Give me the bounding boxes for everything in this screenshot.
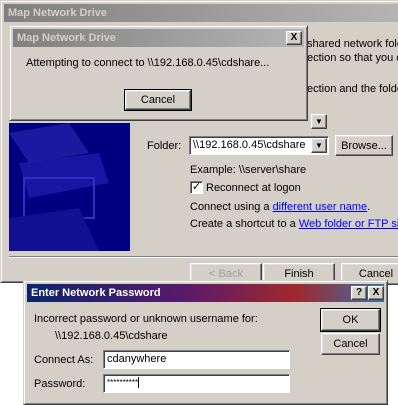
connecting-cancel-label: Cancel [140, 94, 176, 106]
folder-label: Folder: [147, 140, 182, 152]
password-path: \\192.168.0.45\cdshare [55, 330, 168, 342]
example-text: Example: \\server\share [190, 164, 307, 176]
browse-label: Browse... [341, 140, 387, 152]
connecting-message: Attempting to connect to \\192.168.0.45\… [26, 57, 270, 69]
connect-using-text: Connect using a different user name. [190, 201, 370, 213]
connecting-close-icon[interactable]: X [286, 31, 302, 45]
folder-value: \\192.168.0.45\cdshare [193, 139, 306, 151]
password-title: Enter Network Password [31, 287, 161, 299]
reconnect-checkbox[interactable]: ✓ [190, 181, 203, 194]
connecting-title: Map Network Drive [17, 32, 117, 44]
wizard-banner-image [9, 123, 130, 251]
connect-prefix: Connect using a [190, 201, 273, 213]
shortcut-text: Create a shortcut to a Web folder or FTP… [190, 218, 398, 230]
back-label: < Back [209, 268, 243, 280]
password-title-bar[interactable]: Enter Network Password [27, 284, 384, 302]
main-title-bar[interactable]: Map Network Drive [4, 4, 398, 22]
password-cancel-button[interactable]: Cancel [321, 333, 380, 355]
text-cursor [138, 377, 140, 389]
password-message: Incorrect password or unknown username f… [34, 313, 258, 325]
connect-as-label: Connect As: [34, 354, 94, 366]
network-illustration-icon [9, 123, 109, 251]
connecting-dialog: Map Network Drive X Attempting to connec… [9, 25, 308, 121]
web-folder-link[interactable]: Web folder or FTP site [299, 218, 398, 230]
connect-as-input[interactable]: cdanywhere [103, 350, 290, 369]
password-close-icon[interactable]: X [368, 286, 384, 300]
finish-label: Finish [284, 268, 314, 280]
password-value: ********** [107, 378, 139, 387]
shortcut-prefix: Create a shortcut to a [190, 218, 299, 230]
ok-button[interactable]: OK [320, 308, 381, 332]
drive-dropdown-arrow[interactable]: ▼ [311, 114, 327, 129]
intro-line-1: shared network folder [307, 38, 398, 50]
connect-as-value: cdanywhere [107, 353, 167, 365]
connect-suffix: . [367, 201, 371, 213]
wizard-separator [9, 256, 398, 258]
password-cancel-label: Cancel [333, 338, 368, 350]
password-input[interactable]: ********** [103, 374, 290, 393]
wizard-cancel-label: Cancel [358, 268, 394, 280]
main-title: Map Network Drive [8, 7, 108, 19]
folder-dropdown-arrow[interactable]: ▼ [311, 138, 327, 153]
intro-line-3: ection and the folder [307, 83, 398, 95]
folder-combobox[interactable]: \\192.168.0.45\cdshare [189, 136, 329, 155]
different-user-link[interactable]: different user name [273, 201, 368, 213]
reconnect-label: Reconnect at logon [206, 182, 301, 194]
password-label: Password: [34, 378, 86, 390]
ok-label: OK [342, 314, 359, 326]
connecting-cancel-button[interactable]: Cancel [124, 89, 192, 111]
help-icon[interactable]: ? [351, 286, 367, 300]
intro-line-2: ection so that you can [307, 52, 398, 64]
enter-password-dialog: Enter Network Password ? X Incorrect pas… [23, 280, 388, 405]
browse-button[interactable]: Browse... [335, 135, 393, 156]
connecting-title-bar[interactable]: Map Network Drive [13, 29, 304, 47]
